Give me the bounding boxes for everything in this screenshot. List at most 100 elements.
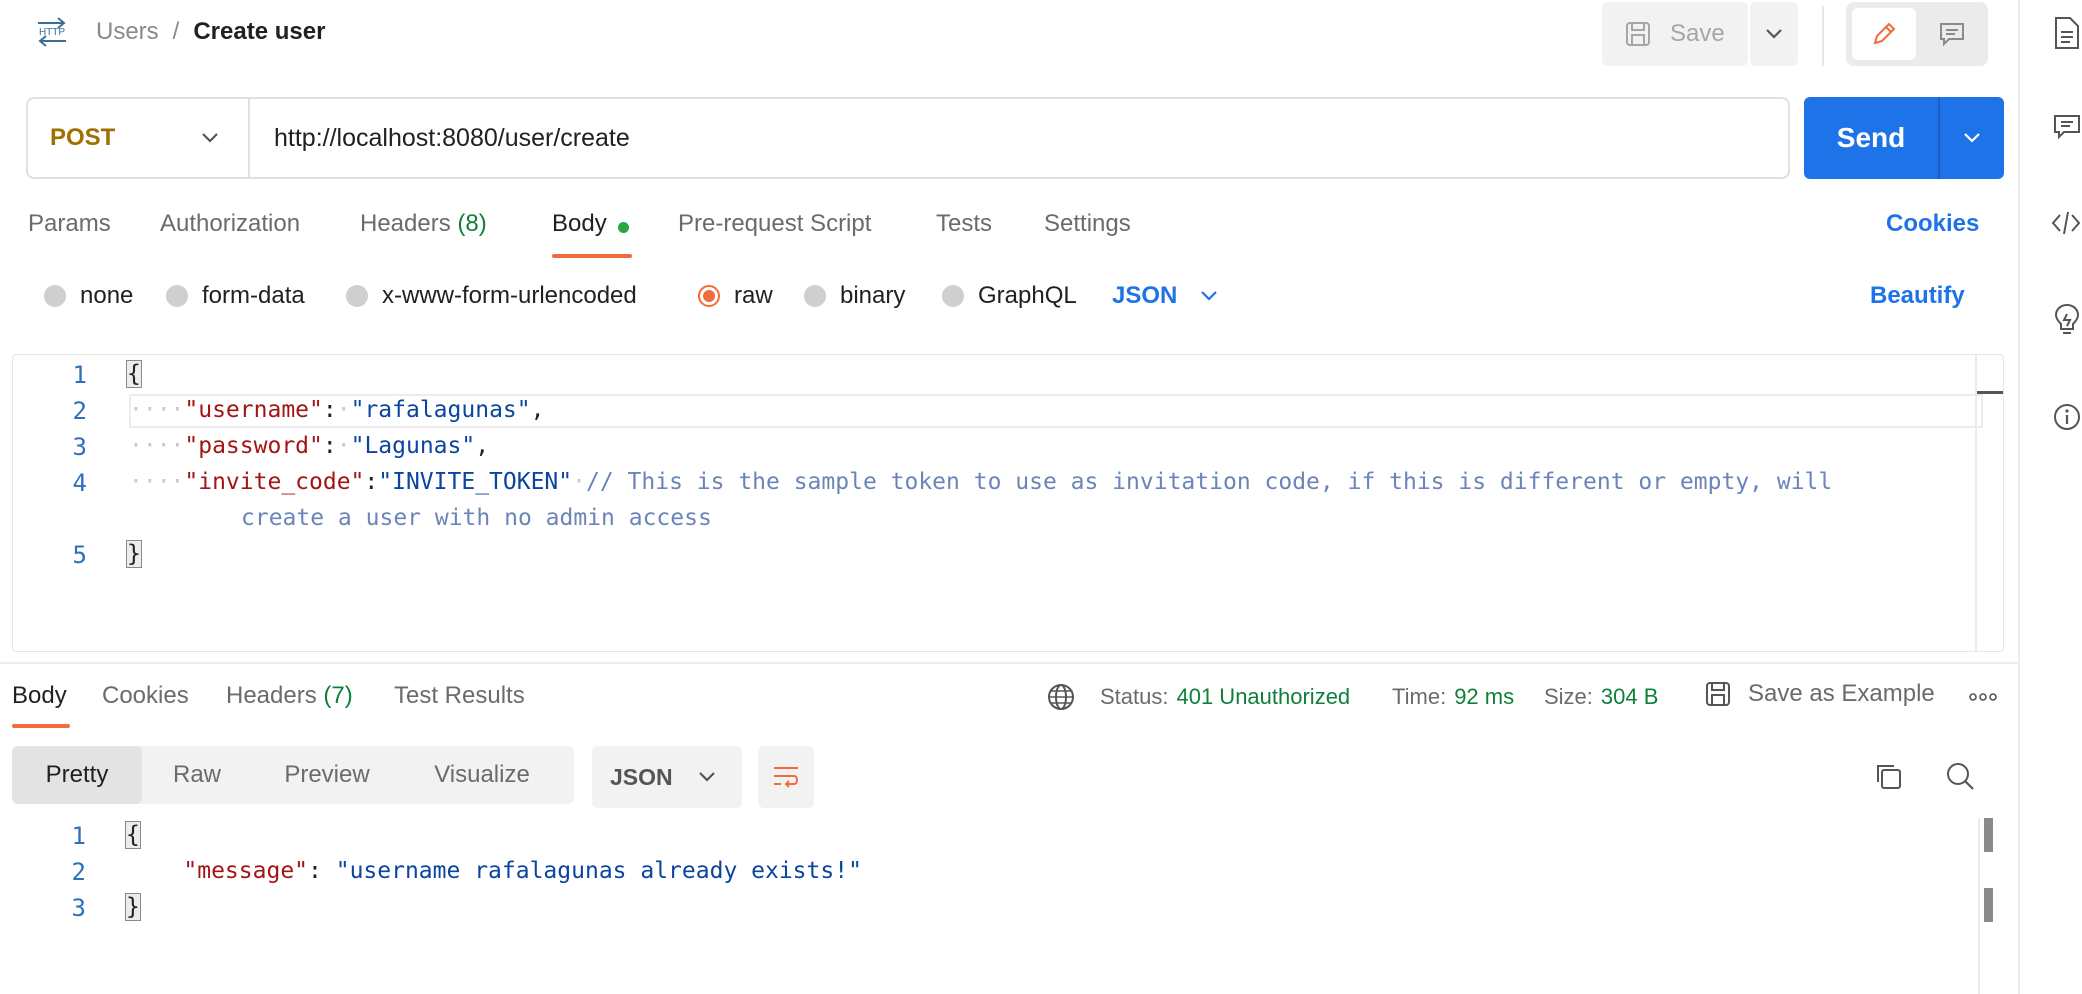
- close-brace: }: [125, 893, 141, 921]
- save-icon: [1624, 20, 1652, 48]
- url-text: http://localhost:8080/user/create: [274, 123, 630, 152]
- view-pretty-button[interactable]: Pretty: [12, 746, 142, 804]
- line-number: 3: [72, 433, 87, 461]
- save-as-example-button[interactable]: Save as Example: [1704, 680, 1935, 708]
- code-icon[interactable]: [2050, 208, 2082, 238]
- tab-params[interactable]: Params: [28, 210, 111, 238]
- chevron-down-icon: [697, 771, 717, 783]
- response-tab-headers[interactable]: Headers (7): [226, 682, 353, 710]
- tab-body-label: Body: [552, 210, 607, 237]
- edit-mode-button[interactable]: [1852, 8, 1916, 60]
- url-input[interactable]: http://localhost:8080/user/create: [250, 99, 1788, 177]
- response-format-label: JSON: [610, 763, 673, 790]
- globe-icon[interactable]: [1046, 682, 1076, 712]
- code-line-wrapped: create a user with no admin access: [241, 505, 712, 531]
- method-select[interactable]: POST: [28, 99, 250, 177]
- save-label: Save: [1670, 20, 1725, 47]
- editor-scroll-marker[interactable]: [1977, 391, 2003, 394]
- code-line: {: [125, 821, 141, 849]
- info-icon[interactable]: [2052, 402, 2082, 432]
- response-scroll-marker[interactable]: [1984, 818, 1993, 852]
- tab-body[interactable]: Body: [552, 210, 607, 238]
- response-scroll-marker[interactable]: [1984, 888, 1993, 922]
- code-line: ····"password":·"Lagunas",: [129, 433, 490, 459]
- save-as-example-label: Save as Example: [1748, 680, 1935, 707]
- http-icon: HTTP: [34, 14, 70, 50]
- document-icon[interactable]: [2052, 16, 2082, 50]
- wrap-lines-button[interactable]: [758, 746, 814, 808]
- tab-prerequest[interactable]: Pre-request Script: [678, 210, 871, 238]
- code-line: }: [126, 540, 142, 568]
- radio-none[interactable]: none: [44, 282, 133, 310]
- breadcrumb: Users / Create user: [96, 18, 325, 46]
- request-body-editor[interactable]: 1 2 3 4 5 { ····"username":·"rafalagunas…: [12, 354, 2004, 652]
- radio-binary[interactable]: binary: [804, 282, 905, 310]
- comments-panel-icon[interactable]: [2052, 112, 2082, 142]
- json-value: "INVITE_TOKEN": [378, 469, 573, 495]
- request-url-bar: POST http://localhost:8080/user/create: [26, 97, 1790, 179]
- tab-headers[interactable]: Headers (8): [360, 210, 487, 238]
- line-number: 4: [72, 469, 87, 497]
- method-label: POST: [50, 124, 116, 151]
- line-number: 2: [71, 858, 86, 886]
- status-label: Status:: [1100, 684, 1169, 709]
- tab-headers-label: Headers: [360, 210, 451, 237]
- tab-authorization[interactable]: Authorization: [160, 210, 300, 238]
- view-visualize-button[interactable]: Visualize: [402, 746, 562, 804]
- radio-circle: [942, 285, 964, 307]
- search-icon[interactable]: [1944, 760, 1976, 792]
- status-value[interactable]: 401 Unauthorized: [1176, 684, 1350, 710]
- view-preview-button[interactable]: Preview: [252, 746, 402, 804]
- radio-raw[interactable]: raw: [698, 282, 773, 310]
- send-options-button[interactable]: [1940, 132, 2004, 144]
- response-tab-underline: [12, 724, 70, 728]
- json-key: "message": [183, 858, 309, 884]
- cookies-link[interactable]: Cookies: [1886, 210, 1979, 238]
- right-sidebar-divider: [2018, 0, 2020, 994]
- response-tab-headers-count: (7): [323, 682, 353, 709]
- response-status: Status: 401 Unauthorized: [1100, 684, 1350, 710]
- size-value[interactable]: 304 B: [1601, 684, 1659, 710]
- send-button[interactable]: Send: [1804, 97, 2004, 179]
- code-line: }: [125, 893, 141, 921]
- open-brace: {: [126, 360, 142, 388]
- breadcrumb-separator: /: [172, 18, 180, 45]
- save-button[interactable]: Save: [1602, 2, 1748, 66]
- radio-circle: [804, 285, 826, 307]
- page-title[interactable]: Create user: [193, 18, 325, 46]
- radio-label: none: [80, 282, 134, 309]
- line-number: 5: [72, 541, 87, 569]
- radio-form-data[interactable]: form-data: [166, 282, 305, 310]
- response-tab-body[interactable]: Body: [12, 682, 67, 710]
- radio-circle: [166, 285, 188, 307]
- radio-circle: [346, 285, 368, 307]
- view-raw-button[interactable]: Raw: [142, 746, 252, 804]
- response-tab-tests[interactable]: Test Results: [394, 682, 525, 710]
- radio-circle-selected: [698, 285, 720, 307]
- open-brace: {: [125, 821, 141, 849]
- response-tab-cookies[interactable]: Cookies: [102, 682, 189, 710]
- tab-settings[interactable]: Settings: [1044, 210, 1131, 238]
- tab-tests[interactable]: Tests: [936, 210, 992, 238]
- time-value[interactable]: 92 ms: [1454, 684, 1514, 710]
- toolbar-divider: [1822, 6, 1824, 66]
- lightbulb-icon[interactable]: [2052, 302, 2082, 338]
- comment-mode-button[interactable]: [1922, 8, 1982, 60]
- radio-graphql[interactable]: GraphQL: [942, 282, 1077, 310]
- code-line: {: [126, 360, 142, 388]
- time-label: Time:: [1392, 684, 1447, 709]
- copy-icon[interactable]: [1872, 760, 1904, 792]
- breadcrumb-parent-link[interactable]: Users: [96, 18, 159, 46]
- save-options-button[interactable]: [1750, 2, 1798, 66]
- close-brace: }: [126, 540, 142, 568]
- beautify-button[interactable]: Beautify: [1870, 282, 1965, 310]
- response-tabs: Body Cookies Headers (7) Test Results: [12, 682, 572, 728]
- json-value: "rafalagunas": [350, 397, 531, 423]
- chevron-down-icon: [1764, 28, 1784, 40]
- response-body-viewer[interactable]: 1 2 3 { "message": "username rafalagunas…: [12, 818, 2004, 994]
- response-view-segmented: Pretty Raw Preview Visualize: [12, 746, 574, 804]
- body-format-select[interactable]: JSON: [1112, 282, 1219, 310]
- response-format-select[interactable]: JSON: [592, 746, 742, 808]
- more-icon[interactable]: [1968, 692, 1998, 702]
- radio-urlencoded[interactable]: x-www-form-urlencoded: [346, 282, 637, 310]
